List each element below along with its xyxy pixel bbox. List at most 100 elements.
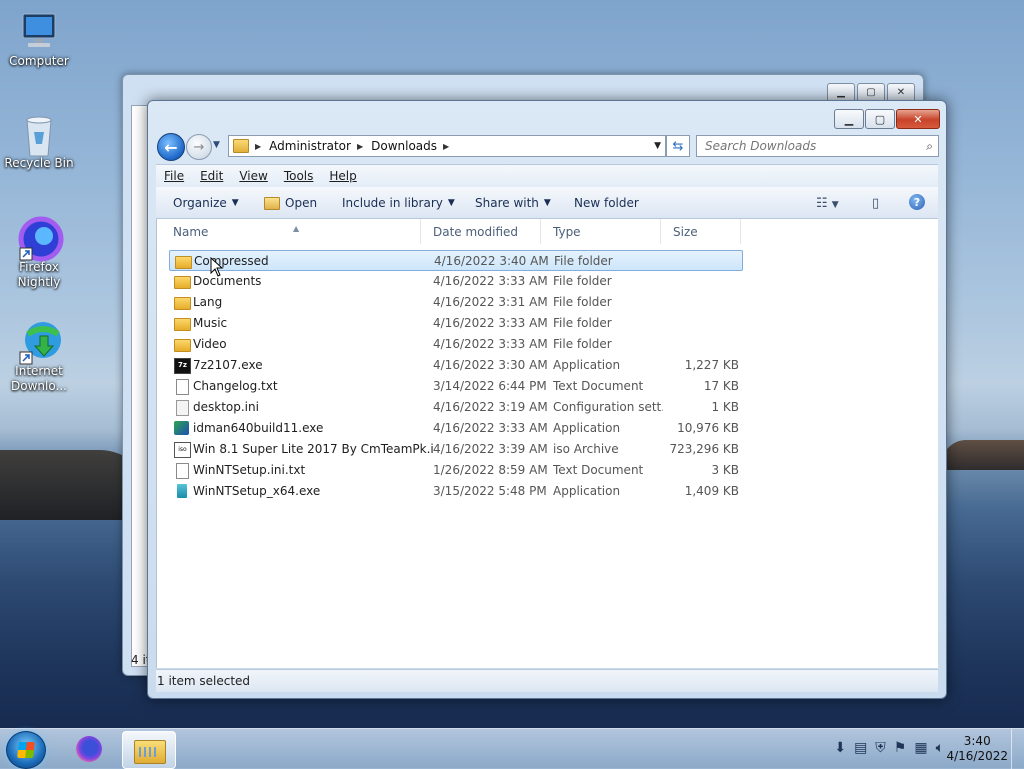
table-row[interactable]: Music 4/16/2022 3:33 AM File folder [169,313,743,334]
cell-size: 1 KB [711,400,739,414]
menu-view[interactable]: View [231,169,275,183]
breadcrumb-separator-icon[interactable]: ▶ [443,142,449,151]
taskbar-explorer-button[interactable] [122,731,176,769]
menu-help-label: Help [329,169,357,183]
help-button[interactable]: ? [909,194,925,210]
chevron-down-icon: ▼ [213,140,220,150]
computer-icon [18,10,60,52]
table-row[interactable]: Compressed 4/16/2022 3:40 AM File folder [169,250,743,271]
cell-name: desktop.ini [193,400,259,414]
chevron-down-icon: ▼ [231,198,239,208]
back-button[interactable]: ← [157,133,185,161]
app-icon [177,484,187,498]
table-row[interactable]: idman640build11.exe 4/16/2022 3:33 AM Appl… [169,418,743,439]
maximize-icon: ▢ [874,112,886,126]
search-box[interactable]: ⌕ [696,135,939,157]
cell-size: 10,976 KB [677,421,739,435]
desktop-icon-internet-download-manager[interactable]: Internet Downlo... [1,320,77,394]
forward-arrow-icon: → [193,139,205,155]
table-row[interactable]: Documents 4/16/2022 3:33 AM File folder [169,271,743,292]
minimize-button[interactable]: ▁ [834,109,864,129]
cell-date: 4/16/2022 3:33 AM [433,421,548,435]
preview-pane-button[interactable]: ▯ [872,196,879,211]
menu-edit[interactable]: Edit [192,169,231,183]
table-row[interactable]: WinNTSetup_x64.exe 3/15/2022 5:48 PM Appli… [169,481,743,502]
table-row[interactable]: iso Win 8.1 Super Lite 2017 By CmTeamPk.i… [169,439,743,460]
cell-type: Text Document [553,379,644,393]
maximize-button[interactable]: ▢ [865,109,895,129]
table-row[interactable]: Video 4/16/2022 3:33 AM File folder [169,334,743,355]
file-list[interactable]: Name ▲ Date modified Type Size Compressed… [156,219,938,668]
taskbar-firefox-button[interactable] [62,731,114,767]
desktop-icon-firefox-nightly[interactable]: Firefox Nightly [1,216,77,290]
clipboard-tray-icon[interactable]: ▤ [854,740,867,756]
table-row[interactable]: desktop.ini 4/16/2022 3:19 AM Configuratio… [169,397,743,418]
close-button[interactable]: ✕ [896,109,940,129]
network-tray-icon[interactable]: ▦ [914,740,927,756]
forward-button[interactable]: → [186,134,212,160]
desktop-icon-label: Internet Downlo... [11,364,67,393]
details-view-icon: ☷ [816,196,828,211]
cell-type: iso Archive [553,442,619,456]
menu-view-label: View [239,169,268,183]
folder-icon [233,139,249,153]
action-center-flag-icon[interactable]: ⚑ [894,740,907,756]
back-arrow-icon: ← [164,137,178,157]
desktop-icon-recycle-bin[interactable]: Recycle Bin [1,112,77,171]
include-in-library-button[interactable]: Include in library ▼ [342,196,455,210]
change-view-button[interactable]: ☷ ▼ [816,196,839,211]
cell-date: 4/16/2022 3:31 AM [433,295,548,309]
refresh-icon: ⇆ [672,138,684,154]
organize-button[interactable]: Organize ▼ [173,196,239,210]
cell-size: 17 KB [703,379,739,393]
idm-tray-icon[interactable]: ⬇ [834,740,846,756]
search-input[interactable] [697,138,917,154]
desktop-icon-label: Computer [9,54,69,68]
cell-name: 7z2107.exe [193,358,263,372]
column-header-name[interactable]: Name ▲ [157,219,421,244]
security-tray-icon[interactable]: ⛨ [875,740,886,756]
cell-name: WinNTSetup_x64.exe [193,484,321,498]
address-bar[interactable]: ▶ Administrator ▶ Downloads ▶ ▼ [228,135,666,157]
address-dropdown-icon[interactable]: ▼ [654,141,661,151]
folder-icon [174,339,191,352]
show-desktop-button[interactable] [1011,729,1024,769]
windows-explorer-icon [134,740,166,764]
text-file-icon [176,463,189,479]
cell-type: File folder [553,295,612,309]
menu-file[interactable]: File [156,169,192,183]
new-folder-button[interactable]: New folder [574,196,639,210]
table-row[interactable]: 7z 7z2107.exe 4/16/2022 3:30 AM Application… [169,355,743,376]
menu-tools[interactable]: Tools [276,169,322,183]
open-folder-icon [264,196,280,210]
cell-type: Application [553,484,621,498]
system-clock[interactable]: 3:40 4/16/2022 [946,734,1008,764]
search-icon[interactable]: ⌕ [926,139,933,154]
breadcrumb-administrator[interactable]: Administrator [269,139,351,153]
table-row[interactable]: Changelog.txt 3/14/2022 6:44 PM Text Docum… [169,376,743,397]
organize-label: Organize [173,196,227,210]
desktop-icon-computer[interactable]: Computer [1,10,77,69]
breadcrumb-separator-icon[interactable]: ▶ [357,142,363,151]
start-button[interactable] [6,731,46,769]
breadcrumb-downloads[interactable]: Downloads [371,139,437,153]
refresh-button[interactable]: ⇆ [666,135,690,157]
recent-pages-dropdown[interactable]: ▼ [213,140,220,150]
cell-type: Configuration sett... [553,400,663,414]
table-row[interactable]: Lang 4/16/2022 3:31 AM File folder [169,292,743,313]
taskbar: ⬇ ▤ ⛨ ⚑ ▦ 🔈︎ 3:40 4/16/2022 [0,728,1024,769]
column-header-size[interactable]: Size [661,219,741,244]
column-header-type[interactable]: Type [541,219,661,244]
command-bar: Organize ▼ Open Include in library ▼ Share… [156,187,938,219]
table-row[interactable]: WinNTSetup.ini.txt 1/26/2022 8:59 AM Text … [169,460,743,481]
volume-muted-icon[interactable]: 🔈︎ [936,740,944,756]
column-header-date[interactable]: Date modified [421,219,541,244]
cell-date: 1/26/2022 8:59 AM [433,463,548,477]
breadcrumb-separator-icon[interactable]: ▶ [255,142,261,151]
share-with-button[interactable]: Share with ▼ [475,196,551,210]
open-button[interactable]: Open [264,196,317,210]
folder-icon [174,297,191,310]
firefox-icon [76,736,102,762]
menu-help[interactable]: Help [321,169,364,183]
explorer-window[interactable]: ▁ ▢ ✕ ← → ▼ ▶ Administrator ▶ Downloads … [147,100,947,699]
